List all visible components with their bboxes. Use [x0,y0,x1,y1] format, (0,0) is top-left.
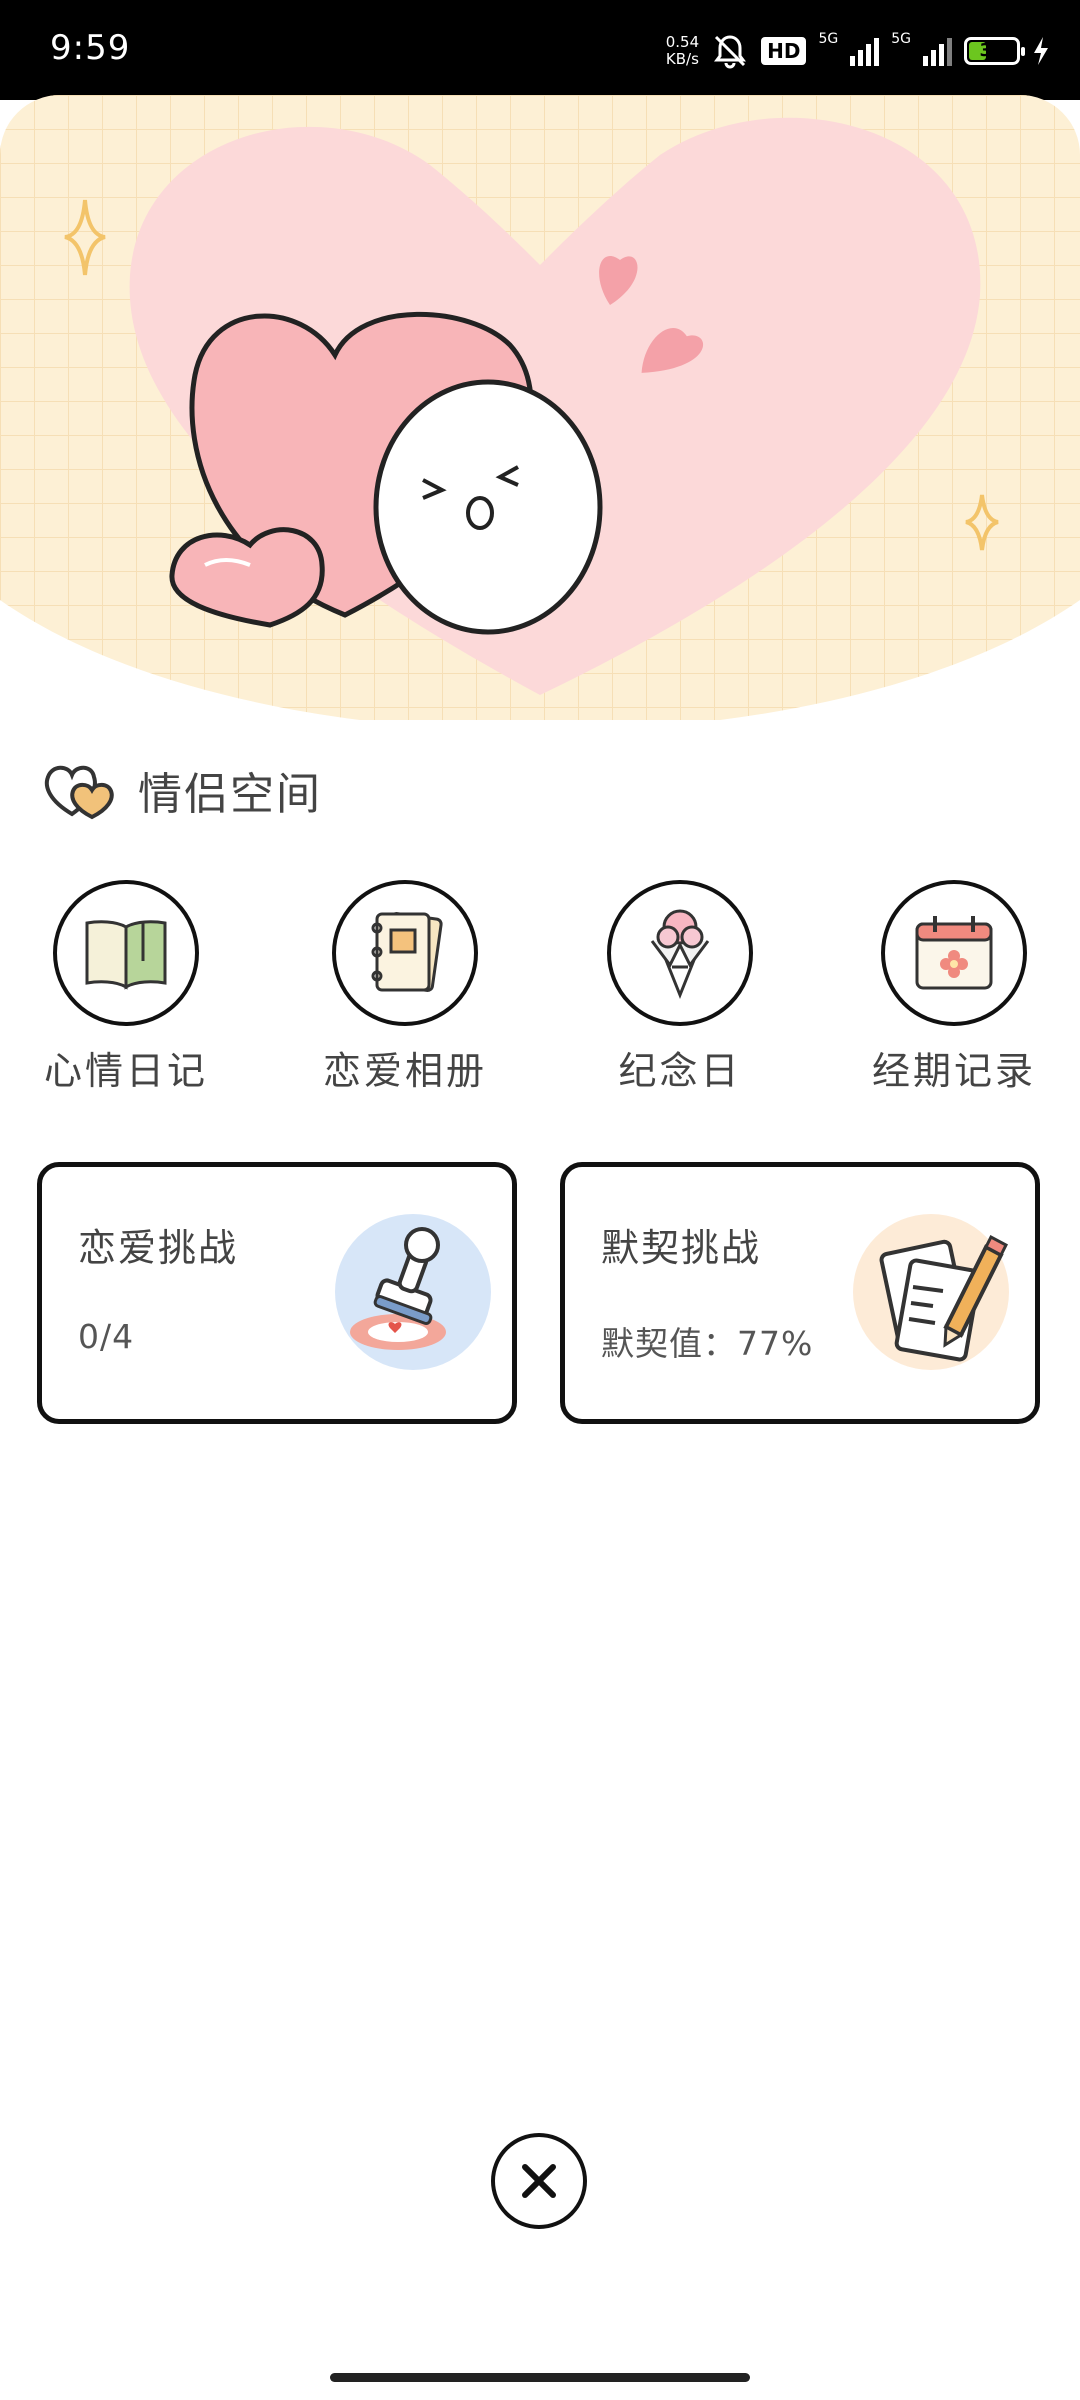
feature-period-record[interactable]: 经期记录 [844,880,1064,1095]
stamp-icon [335,1214,491,1370]
calendar-flower-icon [915,916,993,990]
feature-label: 经期记录 [871,1049,1036,1093]
photo-album-icon [371,912,443,992]
feature-icon-circle [607,880,753,1026]
paper-pencil-icon [853,1214,1009,1370]
diary-book-icon [85,920,167,990]
card-score: 默契值：77% [601,1324,814,1363]
flower-bouquet-icon [650,909,710,1000]
feature-mood-diary[interactable]: 心情日记 [16,880,236,1095]
feature-label: 纪念日 [618,1049,742,1093]
feature-label: 恋爱相册 [322,1049,487,1093]
card-progress: 0/4 [78,1317,135,1356]
feature-grid: 心情日记 恋爱相册 纪念日 经期记录 [0,880,1080,1100]
close-icon [522,2164,556,2198]
section-title: 情侣空间 [138,769,322,820]
tacit-challenge-card[interactable]: 默契挑战 默契值：77% [560,1162,1040,1424]
card-title: 恋爱挑战 [78,1226,239,1270]
card-title: 默契挑战 [601,1226,762,1270]
section-header: 情侣空间 [42,755,322,825]
feature-label: 心情日记 [43,1049,208,1093]
signal-5g-label-2: 5G [891,31,911,47]
feature-love-album[interactable]: 恋爱相册 [295,880,515,1095]
close-button[interactable] [491,2133,587,2229]
feature-anniversary[interactable]: 纪念日 [570,880,790,1095]
double-heart-icon [44,765,114,820]
status-indicators: 0.54 KB/s HD 5G 5G 32 [666,26,1050,76]
feature-icon-circle [53,880,199,1026]
signal-bars-2-icon [923,36,952,66]
couple-hearts-illustration [0,95,1080,720]
signal-bars-1-icon [850,36,880,66]
battery-icon: 32 [964,37,1025,65]
signal-5g-label-1: 5G [818,31,839,47]
love-challenge-card[interactable]: 恋爱挑战 0/4 [37,1162,517,1424]
status-time: 9:59 [50,28,131,68]
charging-icon [1034,37,1048,65]
network-speed: 0.54 KB/s [665,33,700,68]
hd-badge: HD [761,37,807,65]
home-indicator[interactable] [330,2373,750,2382]
feature-icon-circle [332,880,478,1026]
battery-level: 32 [979,40,1005,61]
feature-icon-circle [881,880,1027,1026]
status-bar: 9:59 0.54 KB/s HD 5G 5G 32 [0,0,1080,100]
banner-illustration [0,95,1080,720]
mute-bell-icon [714,35,747,69]
